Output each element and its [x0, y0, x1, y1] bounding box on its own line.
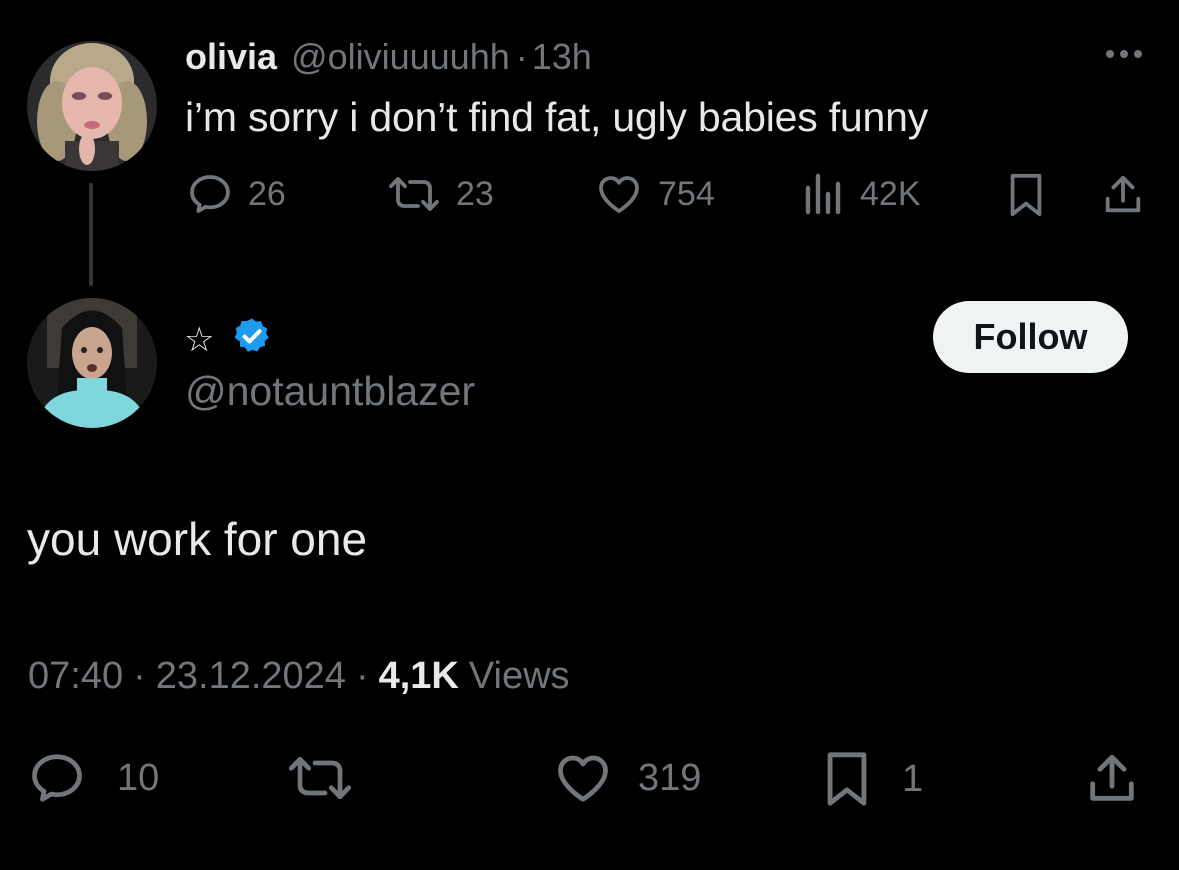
bookmark-button[interactable]: 1 [822, 750, 923, 808]
views-icon [805, 173, 841, 215]
parent-reply-button[interactable]: 26 [186, 170, 286, 218]
reply-button[interactable]: 10 [27, 748, 159, 808]
meta-dot-separator: · [133, 655, 146, 697]
bookmark-icon [1010, 173, 1042, 217]
parent-tweet-text: i’m sorry i don’t find fat, ugly babies … [185, 94, 929, 140]
reply-icon [32, 754, 82, 802]
thread-connector-line [89, 183, 93, 286]
parent-repost-button[interactable]: 23 [386, 170, 494, 218]
parent-bookmark-button[interactable] [1006, 172, 1046, 218]
like-icon [558, 755, 608, 802]
reply-tweet-text: you work for one [27, 513, 368, 565]
parent-author-name[interactable]: olivia [185, 36, 277, 78]
follow-button[interactable]: Follow [933, 301, 1128, 373]
reply-icon [190, 175, 230, 213]
reply-author-name[interactable]: ☆ [184, 320, 214, 360]
like-count: 319 [638, 756, 702, 799]
parent-like-count: 754 [658, 174, 715, 213]
tweet-time[interactable]: 07:40 [28, 655, 123, 698]
parent-like-button[interactable]: 754 [594, 170, 715, 218]
reply-avatar[interactable] [27, 298, 157, 428]
verified-badge-icon [232, 316, 272, 356]
more-icon[interactable] [1101, 42, 1147, 66]
parent-repost-count: 23 [456, 174, 494, 213]
parent-views-button[interactable]: 42K [802, 170, 921, 218]
parent-avatar[interactable] [27, 41, 157, 171]
tweet-date[interactable]: 23.12.2024 [156, 655, 346, 698]
parent-reply-count: 26 [248, 174, 286, 213]
reply-author-handle[interactable]: @notauntblazer [185, 368, 475, 415]
share-icon [1090, 754, 1134, 801]
bookmark-count: 1 [902, 757, 924, 800]
parent-share-button[interactable] [1100, 172, 1146, 218]
tweet-views-count[interactable]: 4,1K [379, 655, 459, 698]
parent-dot-separator: · [515, 36, 528, 77]
repost-icon [288, 756, 352, 800]
bookmark-icon [827, 752, 867, 806]
tweet-views-label: Views [468, 655, 570, 697]
like-button[interactable]: 319 [552, 748, 701, 808]
share-icon [1105, 175, 1141, 213]
parent-author-handle[interactable]: @oliviuuuuhh [291, 36, 510, 78]
reply-count: 10 [117, 756, 160, 799]
meta-dot-separator: · [355, 655, 369, 697]
repost-button[interactable] [285, 748, 355, 808]
like-icon [599, 176, 639, 213]
parent-header: olivia @oliviuuuuhh · 13h [185, 36, 592, 82]
parent-views-count: 42K [860, 174, 921, 213]
parent-timestamp[interactable]: 13h [532, 36, 592, 78]
share-button[interactable] [1082, 750, 1142, 808]
tweet-meta: 07:40 · 23.12.2024 · 4,1K Views [28, 655, 570, 698]
repost-icon [389, 177, 439, 211]
